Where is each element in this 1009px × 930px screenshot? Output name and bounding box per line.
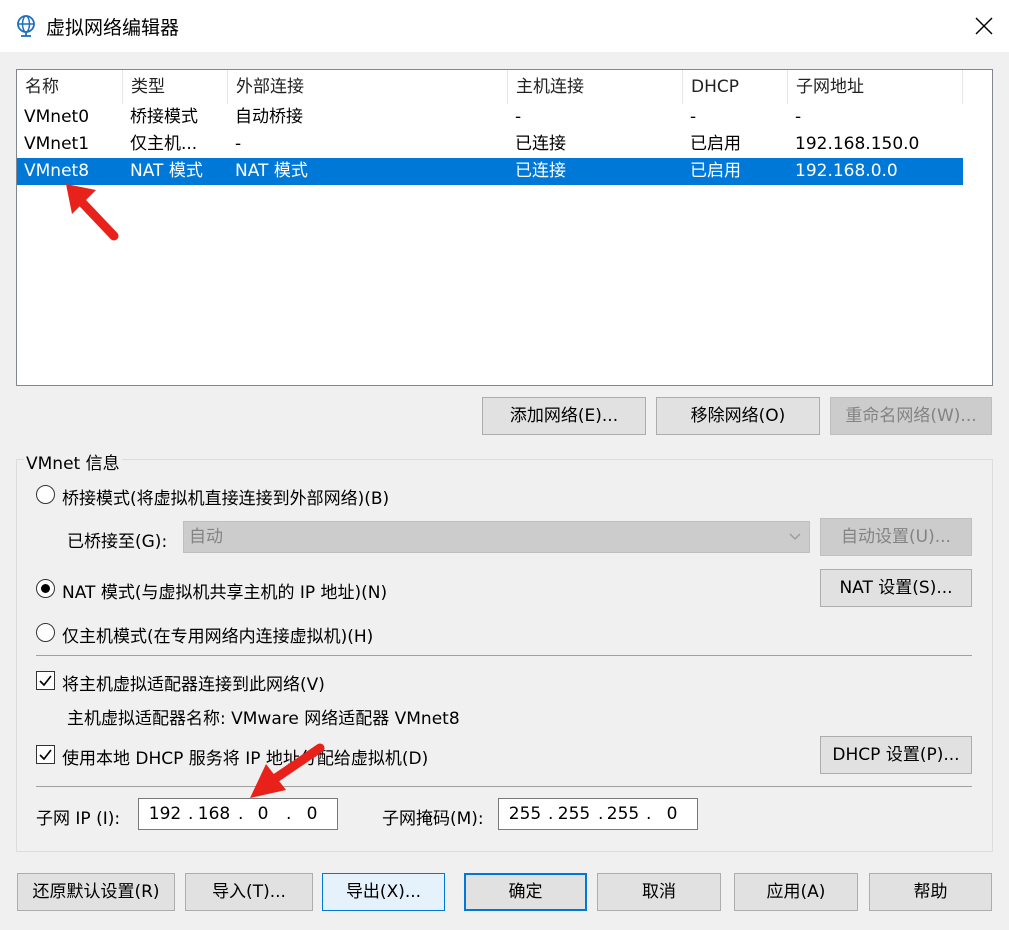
ip-octet: 0 [257, 804, 269, 824]
table-row[interactable]: VMnet0 桥接模式 自动桥接 - - - [17, 104, 963, 131]
connect-adapter-label[interactable]: 将主机虚拟适配器连接到此网络(V) [62, 670, 325, 695]
bridged-to-label: 已桥接至(G): [67, 532, 168, 552]
bridged-mode-radio[interactable] [36, 485, 55, 504]
bridged-mode-label[interactable]: 桥接模式(将虚拟机直接连接到外部网络)(B) [62, 484, 389, 509]
add-network-button[interactable]: 添加网络(E)... [482, 397, 646, 435]
table-row[interactable]: VMnet1 仅主机... - 已连接 已启用 192.168.150.0 [17, 131, 963, 158]
rename-network-button[interactable]: 重命名网络(W)... [830, 397, 992, 435]
column-header-host[interactable]: 主机连接 [508, 70, 683, 104]
nat-mode-label[interactable]: NAT 模式(与虚拟机共享主机的 IP 地址)(N) [62, 578, 387, 603]
nat-settings-button[interactable]: NAT 设置(S)... [820, 569, 972, 607]
mask-dot: . [646, 804, 652, 824]
dhcp-checkbox[interactable] [36, 745, 55, 764]
help-button[interactable]: 帮助 [869, 873, 992, 911]
bridged-to-select[interactable]: 自动 [183, 521, 810, 553]
separator [36, 655, 972, 656]
cell-subnet: 192.168.0.0 [795, 161, 898, 181]
adapter-name-text: 主机虚拟适配器名称: VMware 网络适配器 VMnet8 [67, 709, 460, 729]
cell-name: VMnet0 [24, 107, 90, 127]
bridged-to-value: 自动 [189, 527, 223, 547]
annotation-arrow-icon [250, 743, 325, 798]
ip-octet: 168 [197, 804, 231, 824]
subnet-mask-input[interactable]: 255 . 255 . 255 . 0 [498, 798, 698, 830]
column-header-subnet[interactable]: 子网地址 [788, 70, 963, 104]
network-list[interactable]: 名称 类型 外部连接 主机连接 DHCP 子网地址 VMnet0 桥接模式 自动… [16, 69, 993, 386]
subnet-mask-label: 子网掩码(M): [382, 809, 484, 829]
checkmark-icon [39, 749, 52, 761]
cell-external: NAT 模式 [235, 161, 308, 181]
cell-name: VMnet1 [24, 134, 90, 154]
separator [36, 786, 972, 787]
column-header-external[interactable]: 外部连接 [228, 70, 508, 104]
cell-dhcp: 已启用 [690, 134, 741, 154]
import-button[interactable]: 导入(T)... [185, 873, 313, 911]
close-icon [975, 17, 993, 35]
ok-button[interactable]: 确定 [464, 873, 587, 911]
checkmark-icon [39, 675, 52, 687]
mask-octet: 255 [508, 804, 542, 824]
connect-adapter-checkbox[interactable] [36, 671, 55, 690]
host-only-label[interactable]: 仅主机模式(在专用网络内连接虚拟机)(H) [62, 622, 373, 647]
column-header-name[interactable]: 名称 [17, 70, 123, 104]
auto-settings-button[interactable]: 自动设置(U)... [820, 518, 972, 556]
subnet-ip-label: 子网 IP (I): [36, 809, 121, 829]
subnet-ip-input[interactable]: 192 . 168 . 0 . 0 [138, 798, 338, 830]
cell-dhcp: 已启用 [690, 161, 741, 181]
close-button[interactable] [957, 0, 1009, 52]
export-button[interactable]: 导出(X)... [322, 873, 445, 911]
host-only-radio[interactable] [36, 623, 55, 642]
ip-dot: . [286, 804, 292, 824]
cell-type: NAT 模式 [130, 161, 203, 181]
window-title: 虚拟网络编辑器 [46, 17, 180, 39]
column-header-type[interactable]: 类型 [123, 70, 228, 104]
title-bar: 虚拟网络编辑器 [0, 0, 1009, 52]
nat-mode-radio[interactable] [36, 579, 55, 598]
column-header-dhcp[interactable]: DHCP [683, 70, 788, 104]
cell-type: 仅主机... [130, 134, 198, 154]
cell-subnet: 192.168.150.0 [795, 134, 920, 154]
apply-button[interactable]: 应用(A) [734, 873, 858, 911]
list-header: 名称 类型 外部连接 主机连接 DHCP 子网地址 [17, 70, 980, 104]
globe-icon [17, 15, 35, 37]
cell-dhcp: - [690, 107, 697, 127]
dhcp-settings-button[interactable]: DHCP 设置(P)... [820, 736, 972, 774]
cell-host: 已连接 [515, 161, 566, 181]
cancel-button[interactable]: 取消 [597, 873, 721, 911]
remove-network-button[interactable]: 移除网络(O) [656, 397, 820, 435]
chevron-down-icon [789, 533, 801, 540]
cell-external: 自动桥接 [235, 107, 303, 127]
mask-octet: 0 [666, 804, 678, 824]
cell-subnet: - [795, 107, 802, 127]
annotation-arrow-icon [66, 184, 119, 241]
cell-type: 桥接模式 [130, 107, 198, 127]
mask-dot: . [548, 804, 554, 824]
cell-external: - [235, 134, 242, 154]
mask-octet: 255 [557, 804, 591, 824]
restore-defaults-button[interactable]: 还原默认设置(R) [17, 873, 175, 911]
ip-octet: 192 [148, 804, 182, 824]
vmnet-info-title: VMnet 信息 [24, 449, 122, 474]
mask-octet: 255 [606, 804, 640, 824]
ip-octet: 0 [306, 804, 318, 824]
cell-host: - [515, 107, 522, 127]
cell-host: 已连接 [515, 134, 566, 154]
table-row-selected[interactable]: VMnet8 NAT 模式 NAT 模式 已连接 已启用 192.168.0.0 [17, 158, 963, 185]
ip-dot: . [188, 804, 194, 824]
